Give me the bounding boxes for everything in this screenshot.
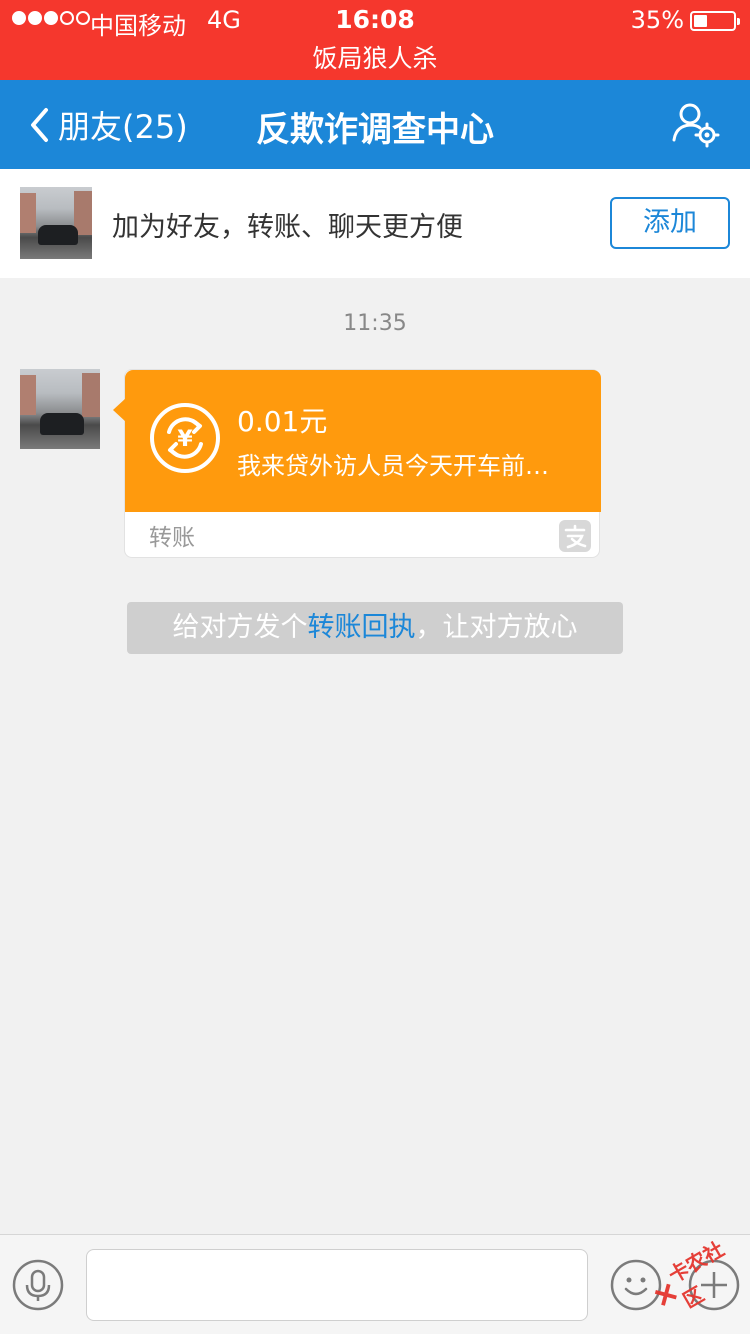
yuan-transfer-icon: ¥ xyxy=(150,403,220,473)
sender-avatar[interactable] xyxy=(20,369,100,449)
transfer-message-card[interactable]: ¥ 0.01元 我来贷外访人员今天开车前… 转账 xyxy=(113,369,601,558)
message-text-input[interactable] xyxy=(86,1249,588,1321)
status-top-row: 中国移动 4G 16:08 35% xyxy=(0,0,750,40)
battery-percent: 35% xyxy=(630,6,684,34)
avatar-photo-detail xyxy=(20,193,36,233)
avatar-photo-detail xyxy=(82,373,100,417)
status-bar: 中国移动 4G 16:08 35% 饭局狼人杀 xyxy=(0,0,750,80)
navigation-bar: 朋友(25) 反欺诈调查中心 xyxy=(0,80,750,169)
profile-settings-icon[interactable] xyxy=(670,100,720,150)
avatar-photo-detail xyxy=(20,375,36,415)
receipt-tip-prefix: 给对方发个 xyxy=(172,612,308,643)
svg-text:¥: ¥ xyxy=(177,427,193,452)
add-friend-button[interactable]: 添加 xyxy=(610,197,730,249)
transfer-receipt-link[interactable]: 转账回执 xyxy=(308,612,416,643)
message-input-bar xyxy=(0,1234,750,1334)
transfer-amount: 0.01元 xyxy=(237,405,328,438)
chat-timestamp: 11:35 xyxy=(343,311,407,336)
avatar-photo-detail xyxy=(38,225,78,245)
transfer-note: 我来贷外访人员今天开车前… xyxy=(237,452,549,480)
page-title: 反欺诈调查中心 xyxy=(256,110,494,150)
return-to-app-banner[interactable]: 饭局狼人杀 xyxy=(0,40,750,78)
avatar[interactable] xyxy=(20,187,92,259)
battery-level-fill xyxy=(694,15,707,27)
microphone-icon[interactable] xyxy=(12,1259,64,1311)
add-friend-bar: 加为好友，转账、聊天更方便 添加 xyxy=(0,169,750,278)
transfer-card-header: ¥ 0.01元 我来贷外访人员今天开车前… xyxy=(125,370,601,512)
battery-icon xyxy=(690,11,740,31)
receipt-tip-suffix: ，让对方放心 xyxy=(415,612,578,643)
transfer-receipt-tip: 给对方发个转账回执，让对方放心 xyxy=(127,602,623,654)
alipay-icon xyxy=(559,520,591,552)
avatar-photo-detail xyxy=(40,413,84,435)
add-friend-prompt: 加为好友，转账、聊天更方便 xyxy=(112,212,463,243)
transfer-type-label: 转账 xyxy=(149,525,195,551)
